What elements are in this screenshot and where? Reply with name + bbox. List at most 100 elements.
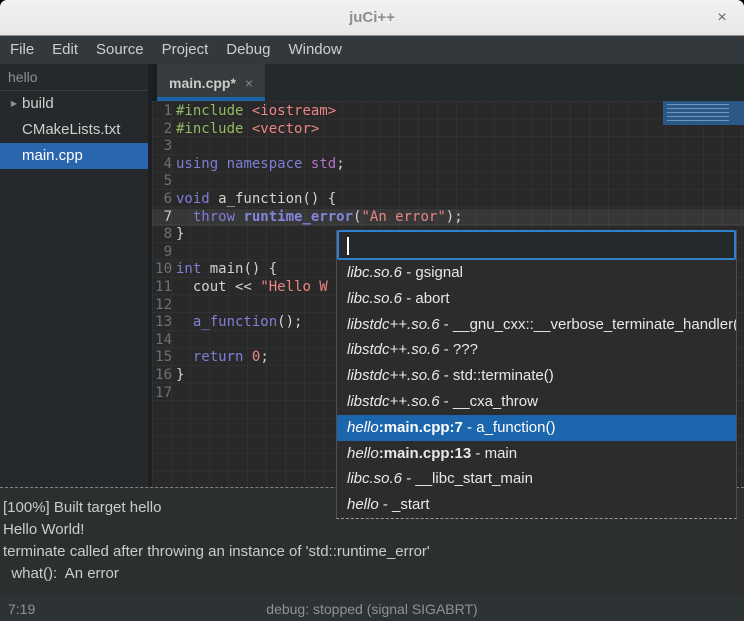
menu-item-file[interactable]: File [1,36,43,64]
backtrace-item[interactable]: libc.so.6 - gsignal [337,260,736,286]
close-icon[interactable]: × [712,8,732,28]
code-line: 1#include <iostream> [152,103,744,121]
code-line-text [172,297,176,315]
tree-items: ▶buildCMakeLists.txtmain.cpp [0,91,148,169]
code-line-text [172,173,176,191]
tab-close-icon[interactable]: × [245,75,253,91]
code-line-text [172,138,176,156]
code-line-text: #include <vector> [172,121,319,139]
menu-item-source[interactable]: Source [87,36,153,64]
backtrace-separator: - [463,419,476,436]
backtrace-list: libc.so.6 - gsignallibc.so.6 - abortlibs… [337,260,736,518]
gutter-line-number: 8 [152,226,172,244]
backtrace-item[interactable]: libstdc++.so.6 - ??? [337,337,736,363]
code-token [243,349,251,365]
tree-item-main-cpp[interactable]: main.cpp [0,143,148,169]
backtrace-separator: - [440,316,453,333]
code-token: a_function [193,314,277,330]
gutter-line-number: 5 [152,173,172,191]
code-token [243,103,251,119]
code-line-text: #include <iostream> [172,103,336,121]
code-line-text: throw runtime_error("An error"); [172,209,463,227]
backtrace-library: hello [347,496,379,513]
debug-status: debug: stopped (signal SIGABRT) [0,597,744,621]
code-line-text [172,385,176,403]
code-token: } [176,367,184,383]
gutter-line-number: 7 [152,209,172,227]
code-line: 5 [152,173,744,191]
code-token: throw [193,209,235,225]
code-line: 3 [152,138,744,156]
gutter-line-number: 10 [152,261,172,279]
tab-label: main.cpp* [169,75,236,91]
backtrace-symbol: abort [415,290,449,307]
project-header: hello [0,64,148,91]
gutter-line-number: 4 [152,156,172,174]
terminal-line: terminate called after throwing an insta… [3,541,744,563]
titlebar[interactable]: juCi++ × [0,0,744,36]
backtrace-popup: libc.so.6 - gsignallibc.so.6 - abortlibs… [336,230,737,519]
backtrace-symbol: __cxa_throw [453,393,538,410]
menu-item-edit[interactable]: Edit [43,36,87,64]
backtrace-library: hello [347,445,379,462]
backtrace-library: libstdc++.so.6 [347,393,440,410]
backtrace-item[interactable]: libstdc++.so.6 - __gnu_cxx::__verbose_te… [337,312,736,338]
menu-item-debug[interactable]: Debug [217,36,279,64]
backtrace-symbol: __gnu_cxx::__verbose_terminate_handler() [453,316,736,333]
backtrace-separator: - [402,470,415,487]
code-token: <vector> [252,121,319,137]
backtrace-item[interactable]: libc.so.6 - __libc_start_main [337,466,736,492]
backtrace-separator: - [440,367,453,384]
gutter-line-number: 13 [152,314,172,332]
backtrace-library: hello [347,419,379,436]
backtrace-item[interactable]: hello:main.cpp:7 - a_function() [337,415,736,441]
gutter-line-number: 2 [152,121,172,139]
gutter-line-number: 15 [152,349,172,367]
tree-item-label: CMakeLists.txt [22,117,120,143]
debug-tooltip-text-lines [667,104,729,122]
code-token [302,156,310,172]
tree-item-cmakelists-txt[interactable]: CMakeLists.txt [0,117,148,143]
gutter-line-number: 14 [152,332,172,350]
code-line: 2#include <vector> [152,121,744,139]
chevron-right-icon[interactable]: ▶ [7,91,21,117]
code-token: int [176,261,201,277]
code-token: "An error" [361,209,445,225]
backtrace-library: libc.so.6 [347,470,402,487]
menu-item-window[interactable]: Window [279,36,350,64]
backtrace-item[interactable]: libstdc++.so.6 - __cxa_throw [337,389,736,415]
text-caret [347,237,349,255]
menu-item-project[interactable]: Project [153,36,218,64]
code-token: runtime_error [243,209,353,225]
code-token: using [176,156,218,172]
code-line-text: a_function(); [172,314,302,332]
backtrace-symbol: std::terminate() [453,367,554,384]
code-line-text: void a_function() { [172,191,336,209]
backtrace-item[interactable]: libc.so.6 - abort [337,286,736,312]
code-token [176,209,193,225]
tab-main-cpp[interactable]: main.cpp* × [157,64,265,101]
debug-tooltip [663,101,744,125]
backtrace-item[interactable]: libstdc++.so.6 - std::terminate() [337,363,736,389]
tree-item-build[interactable]: ▶build [0,91,148,117]
code-line-text: return 0; [172,349,269,367]
code-token [218,156,226,172]
backtrace-symbol: __libc_start_main [415,470,533,487]
backtrace-separator: - [471,445,484,462]
code-line-text: } [172,226,184,244]
code-token [176,349,193,365]
backtrace-item[interactable]: hello - _start [337,492,736,518]
tree-item-label: main.cpp [22,143,83,169]
code-token [243,121,251,137]
gutter-line-number: 17 [152,385,172,403]
backtrace-library: libc.so.6 [347,290,402,307]
backtrace-separator: - [402,290,415,307]
backtrace-library: libstdc++.so.6 [347,341,440,358]
backtrace-item[interactable]: hello:main.cpp:13 - main [337,441,736,467]
backtrace-filter-input[interactable] [337,230,736,260]
code-token: a_function() { [210,191,336,207]
code-line: 7 throw runtime_error("An error"); [152,209,744,227]
tree-item-label: build [22,91,54,117]
code-token: (); [277,314,302,330]
terminal-line: what(): An error [3,563,744,585]
